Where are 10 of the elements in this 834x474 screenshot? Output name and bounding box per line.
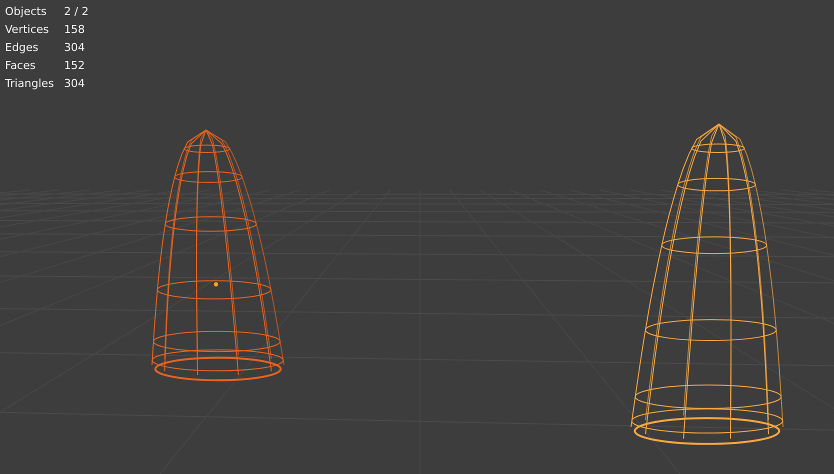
stat-label: Objects	[5, 4, 48, 20]
stat-value: 2 / 2	[64, 4, 89, 20]
stat-value: 304	[64, 76, 86, 92]
stat-value: 158	[64, 22, 86, 38]
stat-value: 152	[64, 58, 86, 74]
stat-label: Faces	[5, 58, 37, 74]
stat-label: Vertices	[5, 22, 50, 38]
stat-label: Triangles	[5, 76, 54, 92]
stat-label: Edges	[5, 40, 40, 56]
stat-value: 304	[64, 40, 86, 56]
